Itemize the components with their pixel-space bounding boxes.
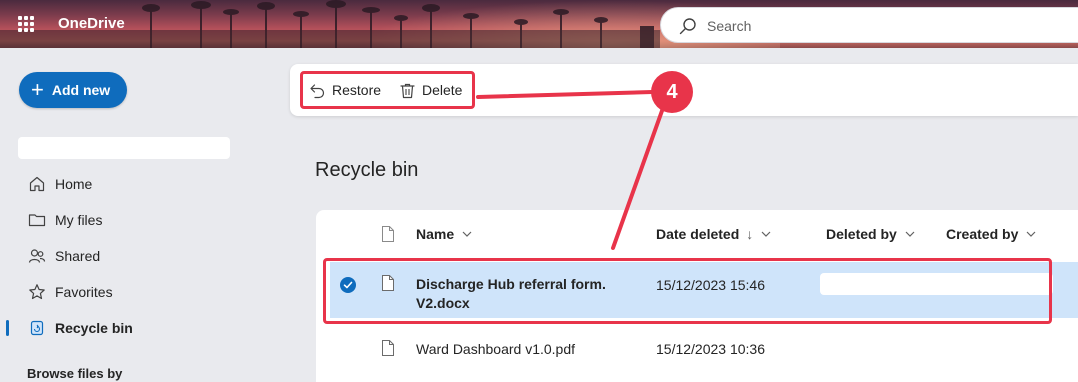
annotation-arrows [476,90,665,250]
step-number-badge: 4 [651,71,693,113]
